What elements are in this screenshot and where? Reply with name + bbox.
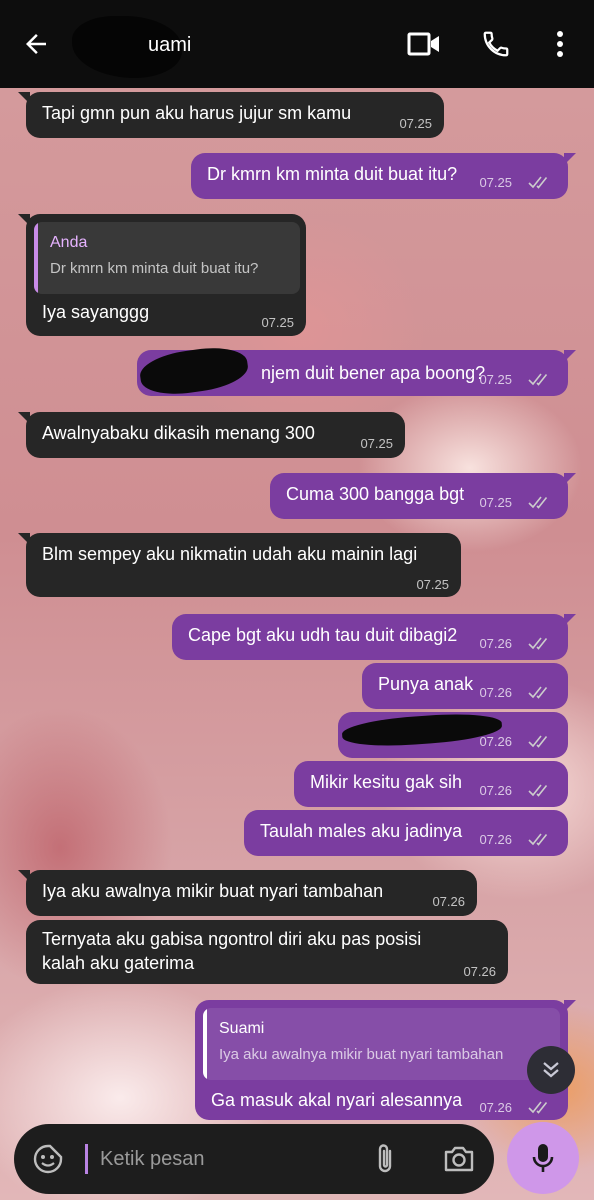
message-text-line1: Ternyata aku gabisa ngontrol diri aku pa… <box>42 929 422 949</box>
quoted-message[interactable]: Suami Iya aku awalnya mikir buat nyari t… <box>203 1008 560 1080</box>
message-incoming[interactable]: Iya aku awalnya mikir buat nyari tambaha… <box>18 870 477 916</box>
message-text: Iya aku awalnya mikir buat nyari tambaha… <box>42 881 384 901</box>
message-outgoing[interactable]: Punya anak 07.26 <box>362 663 568 709</box>
video-call-button[interactable] <box>402 22 446 66</box>
message-text: Mikir kesitu gak sih <box>310 772 463 792</box>
quoted-sender: Suami <box>219 1020 265 1037</box>
double-check-icon <box>528 373 548 386</box>
camera-icon <box>444 1146 474 1172</box>
message-time: 07.25 <box>479 372 512 387</box>
back-button[interactable] <box>14 22 58 66</box>
paperclip-icon <box>378 1144 392 1173</box>
contact-name[interactable]: uami <box>148 34 191 57</box>
message-time: 07.26 <box>463 964 496 979</box>
video-camera-icon <box>407 32 439 56</box>
message-composer <box>14 1124 494 1194</box>
message-input[interactable] <box>100 1140 350 1178</box>
message-outgoing[interactable]: Dr kmrn km minta duit buat itu? 07.25 <box>191 153 576 199</box>
double-check-icon <box>528 735 548 748</box>
phone-icon <box>483 31 509 57</box>
double-check-icon <box>528 496 548 509</box>
message-text: Taulah males aku jadinya <box>260 821 463 841</box>
message-outgoing[interactable]: Cuma 300 bangga bgt 07.25 <box>270 473 576 519</box>
microphone-icon <box>532 1144 554 1172</box>
voice-call-button[interactable] <box>474 22 518 66</box>
double-check-icon <box>528 833 548 846</box>
message-incoming[interactable]: Ternyata aku gabisa ngontrol diri aku pa… <box>26 920 508 984</box>
message-text: Iya sayanggg <box>42 302 150 322</box>
double-check-icon <box>528 637 548 650</box>
message-time: 07.25 <box>261 315 294 330</box>
message-text: njem duit bener apa boong? <box>261 363 486 383</box>
message-incoming-reply[interactable]: Anda Dr kmrn km minta duit buat itu? Iya… <box>18 214 306 336</box>
message-text: Cape bgt aku udh tau duit dibagi2 <box>188 625 458 645</box>
quoted-text: Dr kmrn km minta duit buat itu? <box>50 260 259 277</box>
text-caret <box>85 1144 88 1174</box>
message-text: Blm sempey aku nikmatin udah aku mainin … <box>42 544 418 564</box>
message-text: Ga masuk akal nyari alesannya <box>211 1090 463 1110</box>
quoted-message[interactable]: Anda Dr kmrn km minta duit buat itu? <box>34 222 300 294</box>
message-outgoing[interactable]: Mikir kesitu gak sih 07.26 <box>294 761 568 807</box>
double-check-icon <box>528 784 548 797</box>
scroll-to-bottom-button[interactable] <box>527 1046 575 1094</box>
message-outgoing[interactable]: Taulah males aku jadinya 07.26 <box>244 810 568 856</box>
message-incoming[interactable]: Blm sempey aku nikmatin udah aku mainin … <box>18 533 461 597</box>
quoted-sender: Anda <box>50 234 88 251</box>
message-time: 07.26 <box>432 894 465 909</box>
more-vertical-icon <box>557 31 563 57</box>
more-options-button[interactable] <box>538 22 582 66</box>
message-time: 07.26 <box>479 832 512 847</box>
message-time: 07.25 <box>479 495 512 510</box>
sticker-icon <box>33 1144 63 1174</box>
double-check-icon <box>528 176 548 189</box>
message-text: Cuma 300 bangga bgt <box>286 484 465 504</box>
camera-button[interactable] <box>442 1142 476 1176</box>
message-text-line2: kalah aku gaterima <box>42 953 195 973</box>
message-time: 07.26 <box>479 636 512 651</box>
sticker-button[interactable] <box>32 1143 64 1175</box>
double-check-icon <box>528 686 548 699</box>
message-text: Punya anak <box>378 674 474 694</box>
message-text: Awalnyabaku dikasih menang 300 <box>42 423 315 443</box>
message-time: 07.26 <box>479 734 512 749</box>
message-outgoing-reply[interactable]: Suami Iya aku awalnya mikir buat nyari t… <box>195 1000 576 1120</box>
message-time: 07.26 <box>479 685 512 700</box>
message-time: 07.25 <box>416 577 449 592</box>
message-text: Tapi gmn pun aku harus jujur sm kamu <box>42 103 352 123</box>
double-chevron-down-icon <box>543 1062 559 1078</box>
attach-button[interactable] <box>370 1142 400 1176</box>
message-incoming[interactable]: Tapi gmn pun aku harus jujur sm kamu 07.… <box>18 92 444 138</box>
double-check-icon <box>528 1101 548 1114</box>
message-time: 07.26 <box>479 1100 512 1115</box>
message-time: 07.25 <box>399 116 432 131</box>
message-incoming[interactable]: Awalnyabaku dikasih menang 300 07.25 <box>18 412 405 458</box>
voice-record-button[interactable] <box>507 1122 579 1194</box>
chat-header: uami <box>0 0 594 88</box>
message-text: Dr kmrn km minta duit buat itu? <box>207 164 458 184</box>
message-time: 07.26 <box>479 783 512 798</box>
message-outgoing[interactable]: Cape bgt aku udh tau duit dibagi2 07.26 <box>172 614 576 660</box>
quoted-text: Iya aku awalnya mikir buat nyari tambaha… <box>219 1046 504 1063</box>
arrow-left-icon <box>26 34 46 54</box>
message-time: 07.25 <box>360 436 393 451</box>
message-time: 07.25 <box>479 175 512 190</box>
